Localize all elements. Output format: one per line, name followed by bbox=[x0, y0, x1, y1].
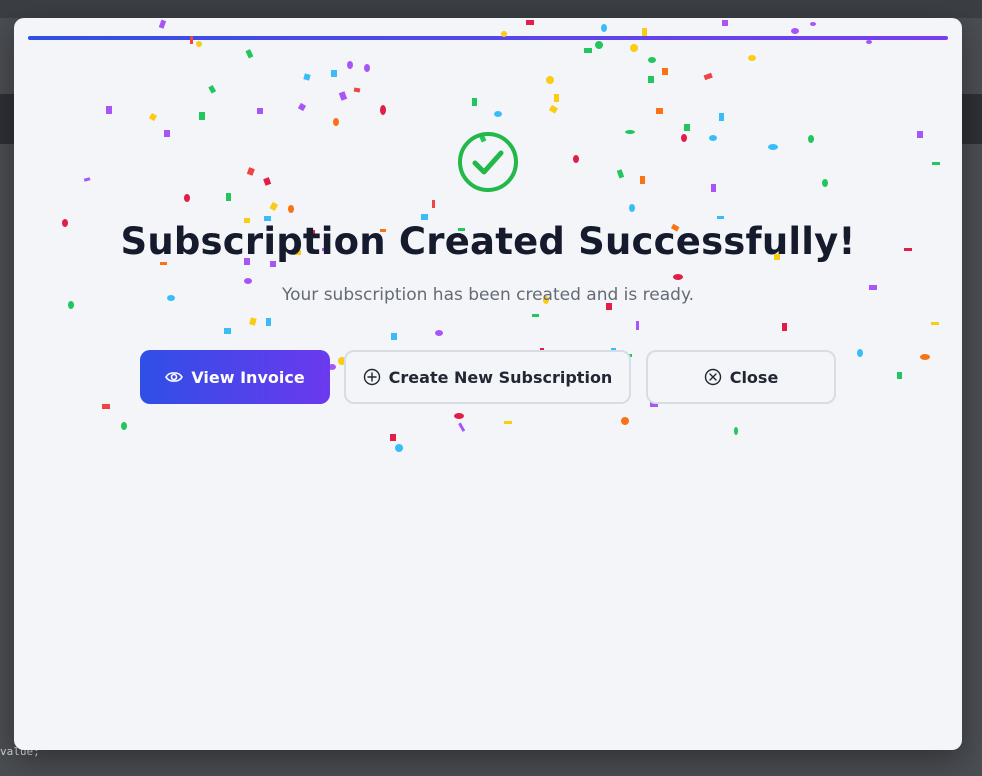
create-new-subscription-label: Create New Subscription bbox=[388, 367, 613, 387]
create-new-subscription-button[interactable]: Create New Subscription bbox=[344, 350, 631, 404]
dialog-subtitle: Your subscription has been created and i… bbox=[282, 285, 694, 305]
view-invoice-label: View Invoice bbox=[191, 367, 305, 387]
view-invoice-button[interactable]: View Invoice bbox=[140, 350, 330, 404]
check-circle-icon bbox=[458, 132, 518, 192]
eye-icon bbox=[165, 372, 184, 382]
close-button[interactable]: Close bbox=[646, 350, 836, 404]
close-label: Close bbox=[729, 367, 779, 387]
background-topbar bbox=[0, 0, 982, 18]
progress-bar bbox=[28, 36, 948, 40]
plus-circle-icon bbox=[363, 368, 380, 386]
success-modal: Subscription Created Successfully! Your … bbox=[14, 18, 962, 750]
dialog-title: Subscription Created Successfully! bbox=[120, 220, 856, 263]
close-circle-icon bbox=[704, 368, 721, 386]
